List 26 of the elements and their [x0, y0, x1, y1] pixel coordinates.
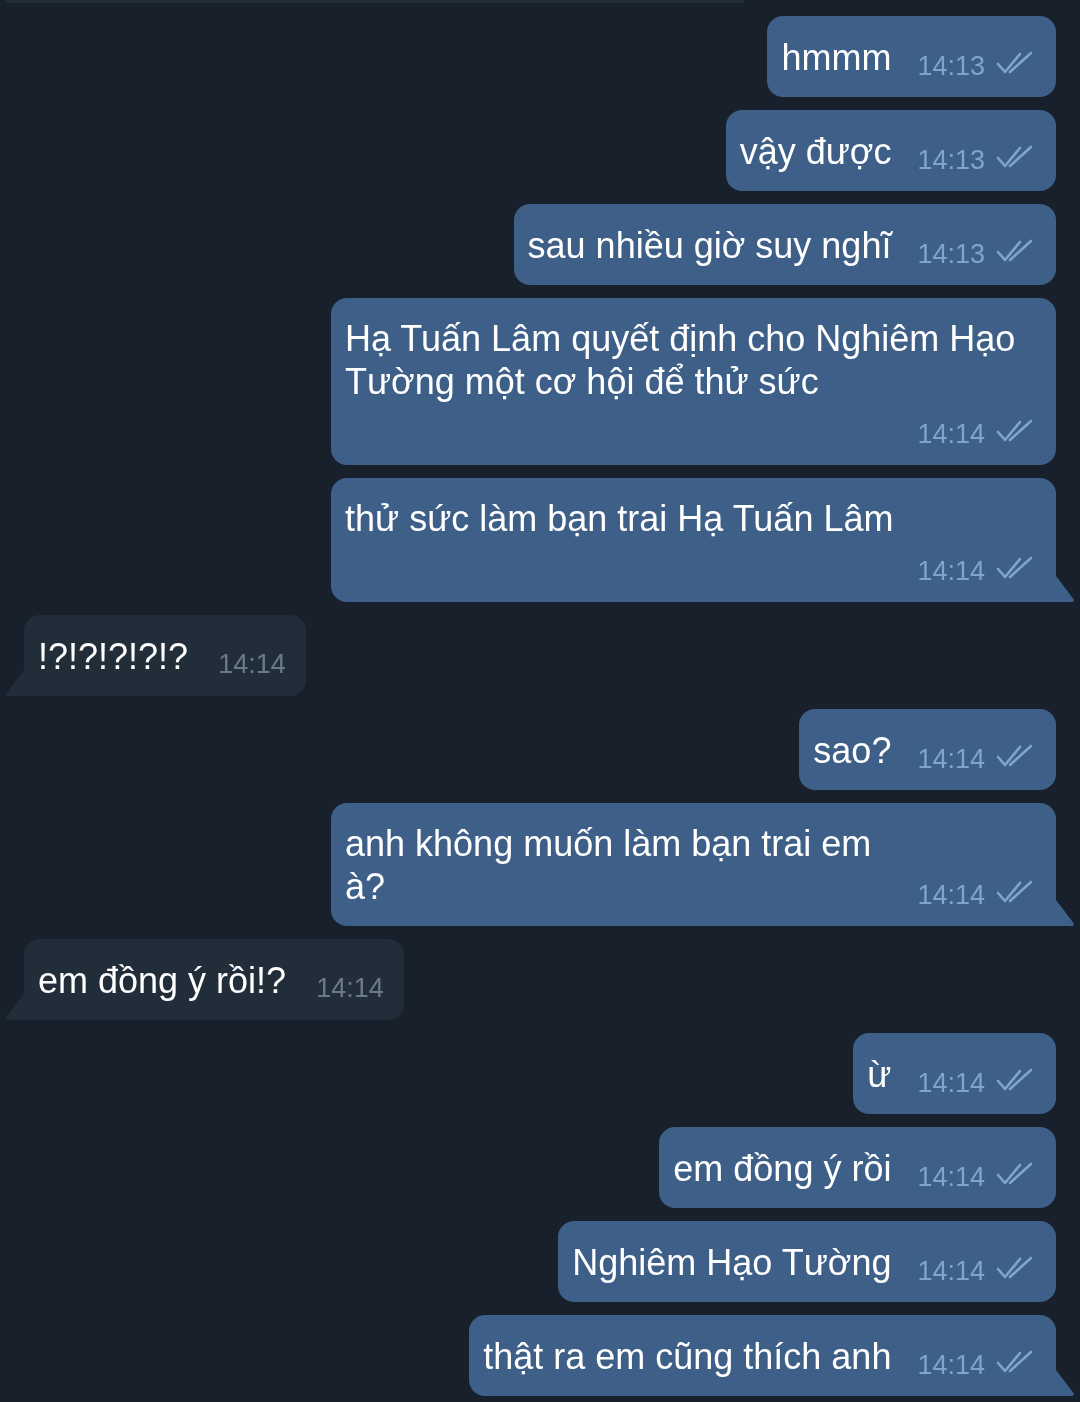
message-text: thử sức làm bạn trai Hạ Tuấn Lâm [345, 497, 894, 540]
message-time: 14:14 [917, 1256, 985, 1286]
message-text: em đồng ý rồi!? [38, 959, 287, 1002]
message-time: 14:14 [917, 419, 985, 449]
message-text: thật ra em cũng thích anh [483, 1335, 892, 1378]
message-time: 14:14 [917, 880, 985, 910]
message-time: 14:14 [917, 744, 985, 774]
message-text: anh không muốn làm bạn trai em à? [345, 822, 872, 908]
message-time: 14:14 [218, 649, 286, 679]
message-text: sao? [813, 729, 892, 772]
message-text: em đồng ý rồi [673, 1147, 892, 1190]
message-text: Hạ Tuấn Lâm quyết định cho Nghiêm Hạo Tường một cơ hội để thử sức [345, 317, 1017, 403]
message-text: ừ [867, 1053, 892, 1096]
message-time: 14:13 [917, 51, 985, 81]
message-time: 14:14 [316, 973, 384, 1003]
message-time: 14:14 [917, 1350, 985, 1380]
message-text: sau nhiều giờ suy nghĩ [527, 224, 892, 267]
message-text: hmmm [781, 36, 892, 79]
message-time: 14:14 [917, 1068, 985, 1098]
message-time: 14:13 [917, 239, 985, 269]
message-time: 14:14 [917, 1162, 985, 1192]
message-time: 14:13 [917, 145, 985, 175]
message-text: Nghiêm Hạo Tường [572, 1241, 892, 1284]
message-time: 14:14 [917, 556, 985, 586]
message-text: !?!?!?!?!? [38, 635, 189, 678]
message-text: vậy được [739, 130, 892, 173]
